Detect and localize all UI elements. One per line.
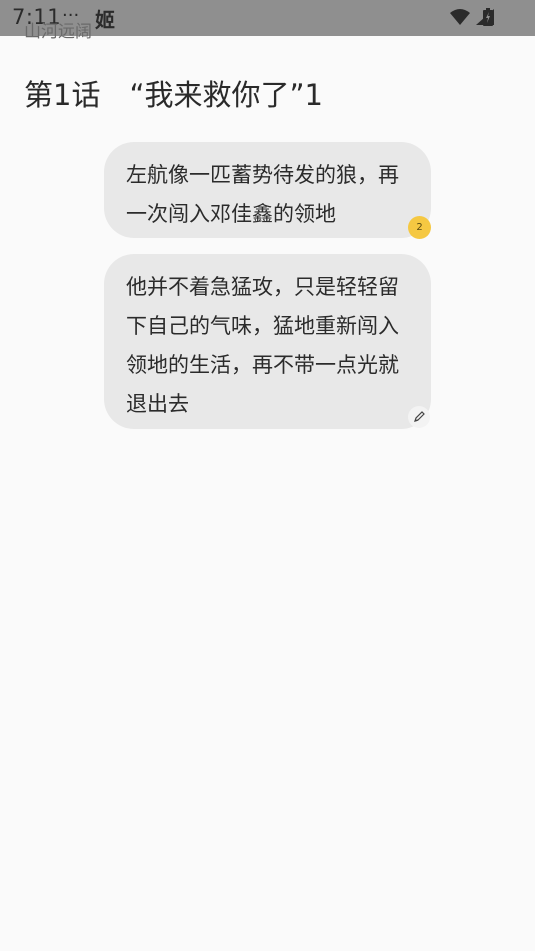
app-notification-icon: 姬 (95, 8, 115, 32)
story-bubble[interactable]: 左航像一匹蓄势待发的狼，再一次闯入邓佳鑫的领地 (104, 142, 431, 238)
pencil-icon[interactable] (408, 406, 430, 428)
comment-count-badge[interactable]: 2 (408, 216, 431, 239)
book-title-overlay: 山河远阔 (24, 22, 92, 42)
chapter-title: 第1话 “我来救你了”1 (24, 78, 323, 112)
story-bubble[interactable]: 他并不着急猛攻，只是轻轻留下自己的气味，猛地重新闯入领地的生活，再不带一点光就退… (104, 254, 431, 429)
bubble-text: 左航像一匹蓄势待发的狼，再一次闯入邓佳鑫的领地 (126, 163, 399, 226)
battery-icon (483, 8, 493, 26)
wifi-icon (450, 9, 470, 25)
bubble-text: 他并不着急猛攻，只是轻轻留下自己的气味，猛地重新闯入领地的生活，再不带一点光就退… (126, 275, 399, 416)
